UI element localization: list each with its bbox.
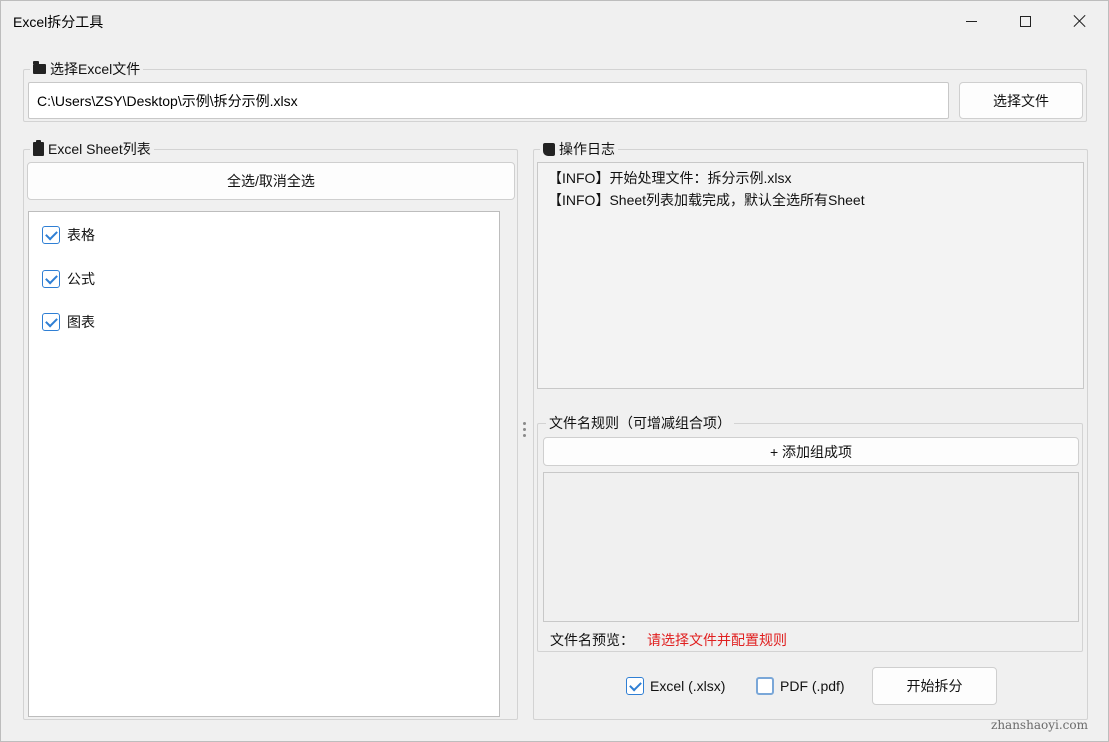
maximize-button[interactable] (1002, 1, 1048, 41)
right-panel-group: 操作日志 【INFO】开始处理文件：拆分示例.xlsx 【INFO】Sheet列… (533, 140, 1088, 720)
format-pdf-label: PDF (.pdf) (780, 678, 845, 694)
add-component-label: + 添加组成项 (769, 443, 853, 460)
format-excel-label: Excel (.xlsx) (650, 678, 726, 694)
log-output[interactable]: 【INFO】开始处理文件：拆分示例.xlsx 【INFO】Sheet列表加载完成… (537, 162, 1084, 389)
sheet-listbox[interactable]: 表格 公式 图表 (28, 211, 500, 717)
log-line-0: 【INFO】开始处理文件：拆分示例.xlsx (548, 170, 792, 186)
format-excel-checkbox[interactable] (626, 677, 644, 695)
log-line-1: 【INFO】Sheet列表加载完成，默认全选所有Sheet (548, 192, 865, 208)
sheet-label-0: 表格 (67, 227, 95, 243)
add-component-button[interactable]: + 添加组成项 (543, 437, 1079, 466)
sheet-label-1: 公式 (67, 271, 95, 287)
file-path-value: C:\Users\ZSY\Desktop\示例\拆分示例.xlsx (37, 92, 298, 109)
start-split-label: 开始拆分 (906, 678, 963, 694)
sheet-checkbox-2[interactable] (42, 313, 60, 331)
choose-file-button[interactable]: 选择文件 (959, 82, 1083, 119)
minimize-button[interactable] (948, 1, 994, 41)
select-all-label: 全选/取消全选 (227, 173, 315, 189)
clipboard-icon (33, 140, 44, 156)
sheet-checkbox-1[interactable] (42, 270, 60, 288)
close-button[interactable] (1057, 1, 1103, 41)
app-window: Excel拆分工具 选择Excel文件 C:\Users\ZSY\Desktop… (0, 0, 1109, 742)
sheet-list-group: Excel Sheet列表 全选/取消全选 表格 公式 图表 (23, 140, 518, 720)
splitter-handle[interactable] (523, 422, 527, 442)
sheet-group-label: Excel Sheet列表 (48, 141, 151, 157)
close-icon (1073, 14, 1087, 28)
sheet-item-0[interactable]: 表格 (42, 225, 95, 245)
sheet-checkbox-0[interactable] (42, 226, 60, 244)
file-group-label: 选择Excel文件 (50, 61, 141, 77)
minimize-icon (965, 20, 977, 22)
rule-items-area[interactable] (543, 472, 1079, 622)
format-excel-option[interactable]: Excel (.xlsx) (626, 677, 725, 695)
log-group-title: 操作日志 (540, 140, 618, 158)
watermark-text: zhanshaoyi.com (991, 718, 1088, 732)
window-title: Excel拆分工具 (13, 14, 104, 30)
format-pdf-option[interactable]: PDF (.pdf) (756, 677, 845, 695)
select-all-button[interactable]: 全选/取消全选 (27, 162, 515, 200)
folder-icon (33, 61, 46, 74)
maximize-icon (1019, 15, 1031, 27)
log-group-label: 操作日志 (559, 141, 615, 157)
sheet-group-title: Excel Sheet列表 (30, 140, 154, 158)
title-bar: Excel拆分工具 (1, 1, 1108, 41)
file-group-title: 选择Excel文件 (30, 60, 144, 78)
sheet-label-2: 图表 (67, 314, 95, 330)
choose-file-label: 选择文件 (993, 92, 1049, 109)
filename-preview-value: 请选择文件并配置规则 (647, 632, 787, 648)
sheet-item-1[interactable]: 公式 (42, 269, 95, 289)
format-pdf-checkbox[interactable] (756, 677, 774, 695)
sheet-item-2[interactable]: 图表 (42, 312, 95, 332)
rule-group-title: 文件名规则（可增减组合项） (546, 414, 734, 432)
rule-group-label: 文件名规则（可增减组合项） (549, 415, 731, 431)
filename-preview-label: 文件名预览： (550, 632, 634, 648)
start-split-button[interactable]: 开始拆分 (872, 667, 997, 705)
filename-rule-group: 文件名规则（可增减组合项） + 添加组成项 文件名预览： 请选择文件并配置规则 (537, 414, 1083, 652)
scroll-icon (543, 142, 555, 156)
file-path-input[interactable]: C:\Users\ZSY\Desktop\示例\拆分示例.xlsx (28, 82, 949, 119)
file-select-group: 选择Excel文件 C:\Users\ZSY\Desktop\示例\拆分示例.x… (23, 60, 1087, 122)
